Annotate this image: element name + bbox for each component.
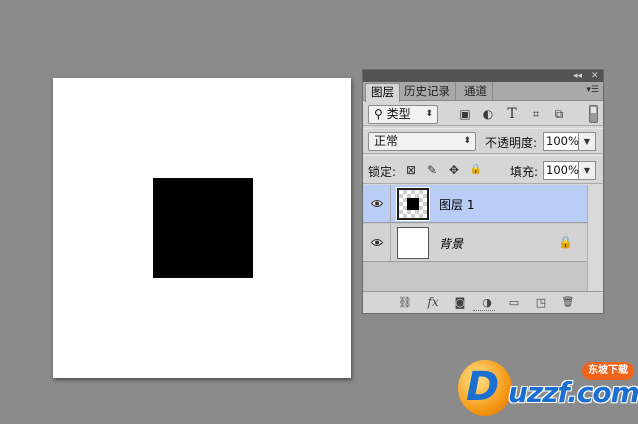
lock-transparent-pixels-icon[interactable]: ⊠ <box>404 162 418 178</box>
eye-icon <box>371 200 383 207</box>
layer-name[interactable]: 背景 <box>439 235 463 252</box>
layers-list: 图层 1 背景 🔒 <box>363 185 603 291</box>
tab-layers[interactable]: 图层 <box>365 83 400 102</box>
lock-label: 锁定: <box>368 165 397 179</box>
layers-bottom-toolbar: ⛓ fx ◙ ◑ ▭ ◳ 🗑 <box>363 291 603 313</box>
logo-letter: D <box>466 364 500 410</box>
fill-input[interactable]: 100% <box>543 161 579 180</box>
visibility-toggle[interactable] <box>363 224 391 261</box>
tab-channels[interactable]: 通道 <box>459 83 493 101</box>
layer-row[interactable]: 背景 🔒 <box>363 224 587 262</box>
search-icon: ⚲ <box>374 107 383 121</box>
layer-thumbnail[interactable] <box>396 187 430 221</box>
opacity-dropdown-button[interactable]: ▼ <box>579 132 596 151</box>
tab-history[interactable]: 历史记录 <box>399 83 456 101</box>
blend-mode-label: 正常 <box>374 134 399 148</box>
blend-row: 正常 ⬍ 不透明度: 100% ▼ <box>363 128 603 154</box>
panel-tabs: 图层 历史记录 通道 ▾☰ <box>363 82 603 102</box>
adjustment-filter-icon[interactable]: ◐ <box>480 106 496 122</box>
logo-tag: 东坡下载 <box>582 362 634 380</box>
blend-mode-select[interactable]: 正常 ⬍ <box>368 132 476 151</box>
layer-name[interactable]: 图层 1 <box>439 196 474 213</box>
filter-toggle-switch[interactable] <box>589 105 598 123</box>
resize-grip[interactable] <box>473 310 495 313</box>
visibility-toggle[interactable] <box>363 185 391 222</box>
image-filter-icon[interactable]: ▣ <box>457 106 473 122</box>
layers-scrollbar[interactable] <box>587 185 603 291</box>
fill-label: 填充: <box>510 165 539 179</box>
chevron-updown-icon: ⬍ <box>425 109 433 119</box>
layer-row[interactable]: 图层 1 <box>363 185 587 223</box>
panel-title-bar[interactable]: ◂◂ ✕ <box>363 70 603 82</box>
lock-position-icon[interactable]: ✥ <box>447 162 461 178</box>
add-mask-icon[interactable]: ◙ <box>452 295 468 310</box>
logo-text: uzzf.com <box>508 376 638 409</box>
lock-icon: 🔒 <box>558 235 573 249</box>
layer-thumbnail[interactable] <box>397 227 429 259</box>
filter-kind-select[interactable]: ⚲ 类型 ⬍ <box>368 105 438 124</box>
menu-icon[interactable]: ▾☰ <box>586 85 599 95</box>
lock-row: 锁定: ⊠ ✎ ✥ 🔒 填充: 100% ▼ <box>363 155 603 184</box>
layers-panel: ◂◂ ✕ 图层 历史记录 通道 ▾☰ ⚲ 类型 ⬍ ▣ ◐ T ⌗ ⧉ 正常 ⬍… <box>362 69 604 314</box>
eye-icon <box>371 239 383 246</box>
shape-filter-icon[interactable]: ⌗ <box>528 106 544 122</box>
fill-dropdown-button[interactable]: ▼ <box>579 161 596 180</box>
folder-icon[interactable]: ▭ <box>506 295 522 310</box>
trash-icon[interactable]: 🗑 <box>560 295 576 310</box>
adjustment-layer-icon[interactable]: ◑ <box>479 295 495 310</box>
thumbnail-square <box>407 198 419 210</box>
lock-image-pixels-icon[interactable]: ✎ <box>425 162 439 178</box>
chevron-updown-icon: ⬍ <box>463 136 471 146</box>
black-square-shape[interactable] <box>153 178 253 278</box>
lock-all-icon[interactable]: 🔒 <box>469 162 483 178</box>
filter-kind-label: 类型 <box>386 107 411 121</box>
smart-object-filter-icon[interactable]: ⧉ <box>551 106 567 122</box>
link-layers-icon[interactable]: ⛓ <box>397 295 413 310</box>
type-filter-icon[interactable]: T <box>504 106 520 122</box>
filter-row: ⚲ 类型 ⬍ ▣ ◐ T ⌗ ⧉ <box>363 102 603 126</box>
close-icon[interactable]: ✕ <box>591 70 599 82</box>
fx-icon[interactable]: fx <box>425 295 441 310</box>
document-canvas[interactable] <box>53 78 351 378</box>
collapse-icon[interactable]: ◂◂ <box>573 70 582 82</box>
opacity-label: 不透明度: <box>485 136 538 150</box>
watermark-logo: D uzzf.com 东坡下载 <box>458 360 638 418</box>
new-layer-icon[interactable]: ◳ <box>533 295 549 310</box>
opacity-input[interactable]: 100% <box>543 132 579 151</box>
